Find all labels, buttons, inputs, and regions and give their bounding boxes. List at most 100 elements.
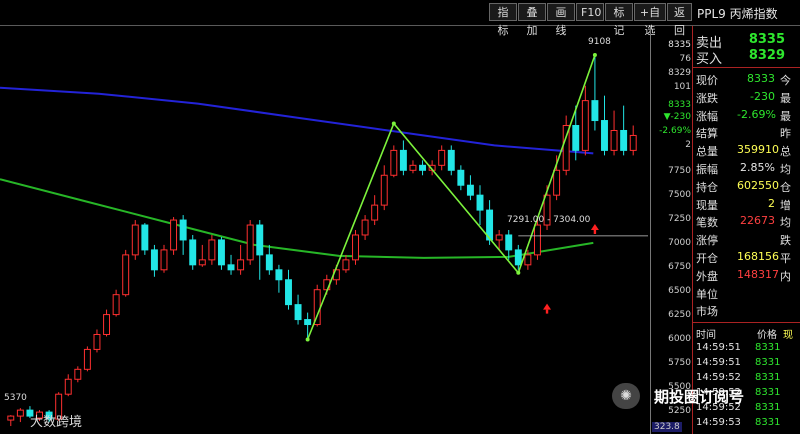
mark-button[interactable]: 标记 [605, 3, 633, 37]
quote-label: 笔数 [696, 216, 718, 230]
indicator-button[interactable]: 指标 [489, 3, 517, 37]
candle-body [256, 224, 264, 256]
sell-price: 8335 [748, 32, 785, 47]
candle-body [419, 164, 427, 171]
quote-value: 359910 [737, 143, 779, 157]
quote-label: 涨幅 [696, 109, 718, 123]
divider [693, 322, 800, 323]
back-button[interactable]: 返回 [667, 3, 692, 37]
candle-body [103, 314, 111, 335]
quote-label: 总量 [696, 145, 718, 159]
candle-body [476, 194, 484, 211]
axis-tick: 6250 [668, 310, 691, 320]
candle-body [227, 264, 235, 271]
axis-tick: 5750 [668, 358, 691, 368]
buy-signal-arrow [590, 224, 599, 230]
quote-label: 持仓 [696, 180, 718, 194]
quote-ext: 内 [780, 269, 791, 283]
axis-tick: 7500 [668, 190, 691, 200]
quote-label: 外盘 [696, 269, 718, 283]
axis-tick: 7250 [668, 214, 691, 224]
candle-body [237, 259, 245, 271]
high-annotation: 9108 [588, 37, 611, 47]
candle-body [112, 294, 120, 316]
buy-row[interactable]: 买入 8329 [693, 48, 800, 67]
tick-time: 14:59:53 [696, 417, 741, 428]
quote-value: 2.85% [740, 161, 775, 174]
candle-body [361, 219, 369, 236]
buy-price: 8329 [748, 48, 785, 63]
tick-time: 14:59:52 [696, 372, 741, 383]
candle-body [572, 125, 580, 151]
quote-row: 市场 [693, 303, 800, 319]
candle-body [122, 254, 130, 296]
quote-panel: 卖出 8335 买入 8329 现价 8333 今涨跌 -230 最涨幅 -2.69% 最结… [692, 26, 800, 434]
candle-body [217, 239, 225, 266]
draw-line-button[interactable]: 画线 [547, 3, 575, 37]
overlay-button[interactable]: 叠加 [518, 3, 546, 37]
tick-row: 14:59:53 8331 [693, 417, 800, 431]
quote-ext: 仓 [780, 180, 791, 194]
tick-row: 14:59:51 8331 [693, 357, 800, 371]
candle-body [150, 249, 158, 271]
candle-body [447, 149, 455, 171]
tick-price: 8331 [755, 357, 781, 368]
quote-ext: 今 [780, 74, 791, 87]
axis-value: 8335 [668, 40, 691, 50]
quote-ext: 昨 [780, 127, 791, 141]
quote-value: -230 [750, 89, 775, 103]
quote-ext: 总 [780, 145, 791, 159]
candle-body [399, 149, 407, 171]
candlestick-chart[interactable] [0, 26, 650, 434]
candle-body [505, 234, 513, 251]
candle-body [352, 234, 359, 261]
quote-label: 振幅 [696, 163, 718, 176]
quote-value: 22673 [740, 214, 775, 228]
ticks-header-vol: 现 [783, 330, 793, 341]
contract-title: PPL9 丙烯指数 [697, 7, 778, 21]
ma-blue-line [0, 86, 594, 155]
zigzag-point [305, 337, 310, 342]
candle-body [74, 368, 82, 380]
sell-row[interactable]: 卖出 8335 [693, 32, 800, 51]
candle-body [93, 333, 101, 350]
axis-tick: 6750 [668, 262, 691, 272]
axis-tick: 5250 [668, 406, 691, 416]
quote-row: 振幅 2.85% 均 [693, 161, 800, 177]
quote-ext: 平 [780, 252, 791, 265]
zigzag-point [516, 270, 521, 275]
quote-ext: 均 [780, 216, 791, 230]
zigzag-point [391, 121, 396, 126]
candle-body [198, 259, 206, 266]
candle-body [610, 129, 618, 151]
buy-signal-arrow-stem [593, 230, 597, 234]
candle-body [581, 100, 589, 151]
candle-body [83, 348, 91, 370]
axis-zero: 2 [685, 140, 691, 150]
ticks-header-time: 时间 [696, 330, 716, 341]
candle-body [275, 269, 283, 281]
buy-label: 买入 [696, 52, 723, 67]
quote-row: 开仓 168156 平 [693, 250, 800, 266]
tick-row: 14:59:51 8331 [693, 342, 800, 356]
quote-label: 结算 [696, 127, 718, 141]
buy-signal-arrow [543, 303, 552, 310]
watermark-title: 期投圈订阅号 [654, 388, 745, 406]
quote-label: 单位 [696, 287, 718, 301]
quote-ext: 最 [780, 109, 791, 123]
tick-price: 8331 [755, 402, 781, 413]
quote-value: -2.69% [737, 107, 776, 121]
candle-body [409, 164, 417, 171]
quote-row: 现价 8333 今 [693, 72, 800, 88]
tick-price: 8331 [755, 417, 781, 428]
price-axis: 8335 76 8329 101 8333 ▼-230 -2.69% 2 775… [650, 26, 693, 434]
quote-row: 结算 昨 [693, 125, 800, 141]
ticks-header-price: 价格 [757, 330, 777, 341]
quote-row: 单位 [693, 286, 800, 302]
quote-ext: 均 [780, 163, 791, 176]
f10-button[interactable]: F10 [576, 3, 604, 21]
add-watchlist-button[interactable]: +自选 [634, 3, 666, 37]
candle-body [16, 409, 24, 417]
axis-value: 101 [673, 82, 691, 92]
candle-body [7, 415, 15, 421]
